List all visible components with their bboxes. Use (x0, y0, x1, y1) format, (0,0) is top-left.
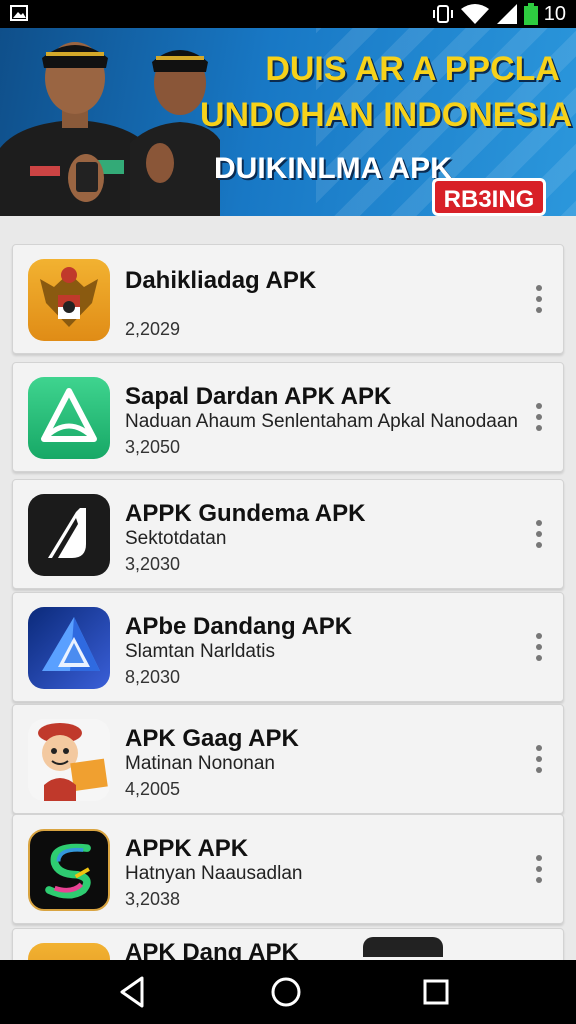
list-item[interactable]: APK Dang APK (12, 928, 564, 960)
green-triangle-logo-icon (28, 377, 110, 459)
more-options-icon[interactable] (535, 285, 543, 315)
wifi-icon (460, 4, 489, 24)
app-title: APPK Gundema APK (125, 500, 366, 527)
banner-action-button[interactable]: RB3ING (432, 178, 546, 216)
more-options-icon[interactable] (535, 855, 543, 885)
app-title: APbe Dandang APK (125, 613, 353, 640)
list-item[interactable]: Dahikliadag APK 2,2029 (12, 244, 564, 354)
app-title: APK Gaag APK (125, 725, 299, 752)
app-description: Slamtan Narldatis (125, 641, 275, 662)
app-title: Dahikliadag APK (125, 267, 317, 294)
banner-title-line2: UNDOHAN INDONESIA (200, 96, 573, 134)
more-options-icon[interactable] (535, 633, 543, 663)
app-thumbnail-image (363, 937, 443, 957)
app-version: 2,2029 (125, 319, 181, 339)
neon-s-logo-icon (28, 829, 110, 911)
person-left-image (0, 42, 150, 216)
app-description: Sektotdatan (125, 528, 227, 549)
blue-prism-logo-icon (28, 607, 110, 689)
app-version: 8,2030 (125, 667, 181, 687)
promo-banner[interactable]: DUIS AR A PPCLA UNDOHAN INDONESIA DUIKIN… (0, 28, 576, 216)
app-version: 4,2005 (125, 779, 181, 799)
gold-emblem-icon (28, 943, 110, 960)
banner-title-line1: DUIS AR A PPCLA (265, 50, 560, 88)
home-icon[interactable] (266, 974, 306, 1010)
more-options-icon[interactable] (535, 403, 543, 433)
list-item[interactable]: APbe Dandang APK Slamtan Narldatis 8,203… (12, 592, 564, 702)
app-version: 3,2038 (125, 889, 181, 909)
app-list[interactable]: Dahikliadag APK 2,2029 Sapal Dardan APK … (0, 216, 576, 960)
back-icon[interactable] (112, 974, 152, 1010)
status-bar: 10 (0, 0, 576, 28)
more-options-icon[interactable] (535, 745, 543, 775)
vibrate-icon (432, 5, 453, 23)
app-description: Hatnyan Naausadlan (125, 863, 303, 884)
battery-icon (523, 3, 538, 25)
more-options-icon[interactable] (535, 520, 543, 550)
list-item[interactable]: Sapal Dardan APK APK Naduan Ahaum Senlen… (12, 362, 564, 472)
signal-icon (496, 4, 517, 24)
app-version: 3,2030 (125, 554, 181, 574)
app-description: Matinan Nononan (125, 753, 275, 774)
app-title: APK Dang APK (125, 939, 299, 960)
navigation-bar (0, 960, 576, 1024)
app-title: APPK APK (125, 835, 249, 862)
app-description: Naduan Ahaum Senlentaham Apkal Nanodaan (125, 411, 518, 432)
status-time: 10 (543, 2, 566, 25)
black-slash-logo-icon (28, 494, 110, 576)
list-item[interactable]: APK Gaag APK Matinan Nononan 4,2005 (12, 704, 564, 814)
image-notification-icon (10, 5, 28, 21)
banner-subtitle: DUIKINLMA APK (214, 152, 452, 185)
recents-icon[interactable] (416, 974, 456, 1010)
app-title: Sapal Dardan APK APK (125, 383, 392, 410)
list-item[interactable]: APPK Gundema APK Sektotdatan 3,2030 (12, 479, 564, 589)
list-item[interactable]: APPK APK Hatnyan Naausadlan 3,2038 (12, 814, 564, 924)
cartoon-mascot-icon (28, 719, 110, 801)
garuda-emblem-icon (28, 259, 110, 341)
app-version: 3,2050 (125, 437, 181, 457)
